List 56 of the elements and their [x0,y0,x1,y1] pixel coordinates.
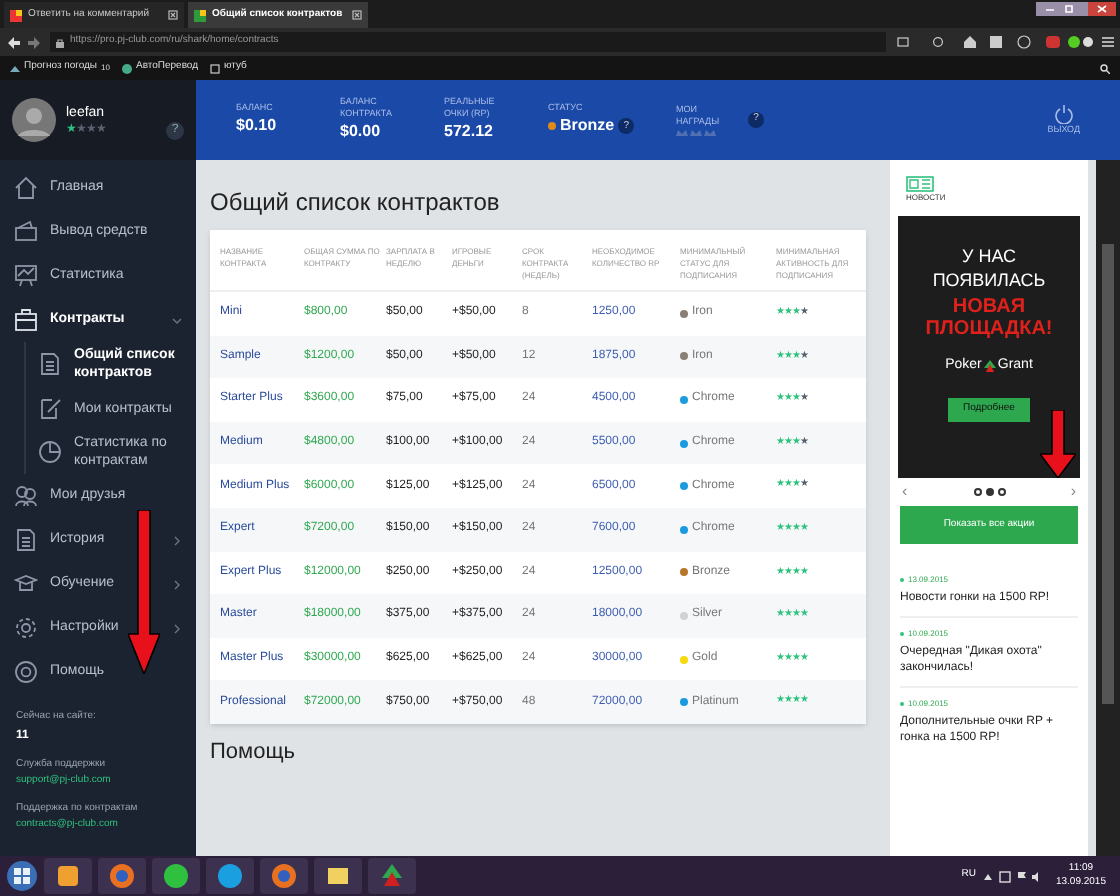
banner-heading: У НАС ПОЯВИЛАСЬ [930,244,1048,292]
stat-value: $0.10 [236,114,279,138]
chat-app-icon [160,860,192,892]
back-forward-icon [6,35,42,49]
browser-app-icon [106,860,138,892]
media-app-icon [52,860,84,892]
banner-headline: НОВАЯ ПЛОЩАДКА! [923,296,1055,340]
pie-chart-icon [38,440,62,464]
stat-value: $0.00 [340,120,383,144]
favicon-icon [10,9,22,21]
tray-icons-icon [981,869,1042,883]
start-button-icon [6,860,38,892]
scrollbar[interactable] [1096,160,1120,856]
newspaper-icon [906,176,934,192]
search-icon [1100,63,1110,73]
people-icon [14,484,38,508]
toolbar-icons-icon [894,34,1094,50]
stat-value: 572.12 [444,120,495,144]
document-icon [38,352,62,376]
lifebuoy-icon [14,660,38,684]
menu-icon [1102,36,1114,48]
bookmark-icon [10,63,20,73]
document-icon [14,528,38,552]
taskbar-button[interactable] [98,858,146,894]
chart-icon [14,264,38,288]
next-button[interactable]: › [1070,480,1076,504]
settings-icon [14,616,38,640]
taskbar-button[interactable] [368,858,416,894]
status-value: Bronze [560,114,615,139]
house-icon [14,176,38,200]
taskbar-button[interactable] [152,858,200,894]
browser-app-icon [268,860,300,892]
pencil-icon [38,396,62,420]
taskbar-button[interactable] [314,858,362,894]
section-title: Помощь [210,737,297,768]
briefcase-icon [14,308,38,332]
awards-icon [676,128,716,136]
taskbar-button[interactable] [206,858,254,894]
bookmark-icon [210,63,221,73]
close-icon [352,10,362,20]
arrow-annotation [1040,410,1076,478]
wallet-icon [14,220,38,244]
cap-icon [14,572,38,596]
close-icon [168,10,178,20]
previous-button[interactable]: ‹ [902,480,908,504]
favicon-icon [194,9,206,21]
taskbar-button[interactable] [260,858,308,894]
power-icon [1053,103,1074,124]
lock-icon [56,37,64,47]
taskbar-button[interactable] [44,858,92,894]
spade-app-icon [376,860,408,892]
spade-icon [983,360,996,373]
bookmark-icon [121,63,132,73]
window-controls-icon [1036,2,1116,16]
avatar-icon [12,98,56,142]
page-title: Общий список контрактов [210,186,502,220]
